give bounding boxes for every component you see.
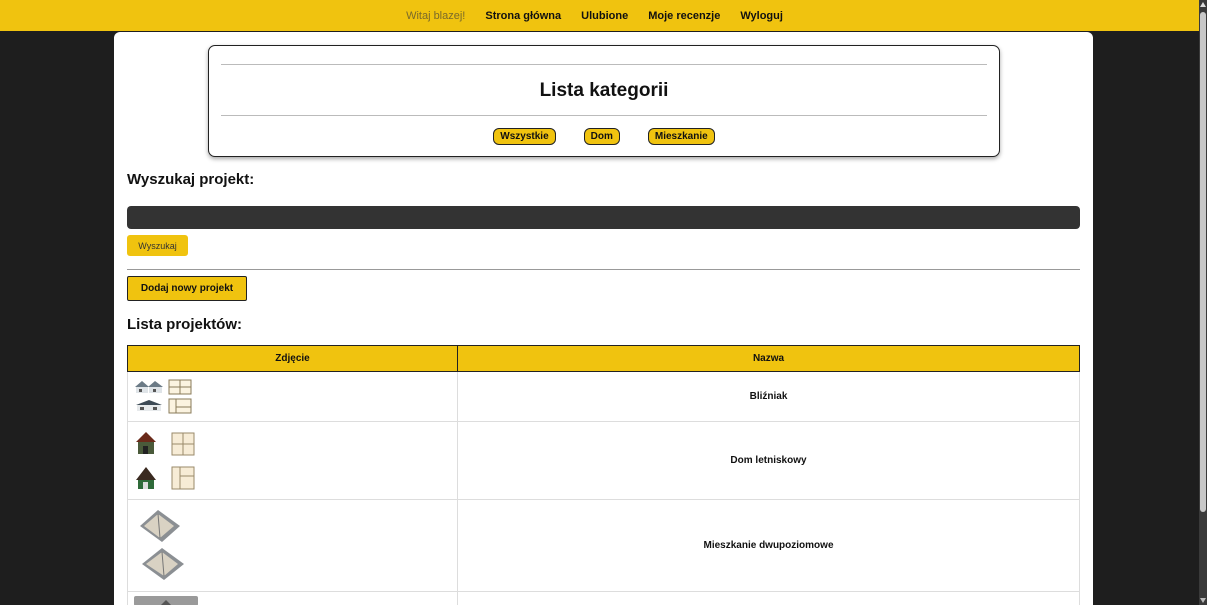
- category-button-all[interactable]: Wszystkie: [493, 128, 556, 145]
- floor-plan-icon: [171, 432, 195, 455]
- project-image-cell[interactable]: [127, 499, 458, 592]
- search-button[interactable]: Wyszukaj: [127, 235, 188, 256]
- project-name-cell[interactable]: Bliźniak: [457, 371, 1080, 422]
- house-plan-thumbnail[interactable]: [134, 379, 451, 414]
- table-row[interactable]: Mieszkanie dwupoziomowe: [127, 499, 1080, 592]
- project-image-cell[interactable]: [127, 591, 458, 605]
- nav-link-my-reviews[interactable]: Moje recenzje: [648, 10, 720, 22]
- project-name-cell[interactable]: Mieszkanie dwupoziomowe: [457, 499, 1080, 592]
- floor-plan-icon: [168, 379, 192, 395]
- nav-link-favorites[interactable]: Ulubione: [581, 10, 628, 22]
- project-list-heading: Lista projektów:: [127, 316, 243, 333]
- project-name-cell[interactable]: [457, 591, 1080, 605]
- table-row[interactable]: Bliźniak: [127, 371, 1080, 422]
- divider: [221, 115, 987, 116]
- floor-plan-icon: [168, 398, 192, 414]
- project-name-cell[interactable]: Dom letniskowy: [457, 421, 1080, 500]
- add-project-button[interactable]: Dodaj nowy projekt: [127, 276, 247, 301]
- nav-link-home[interactable]: Strona główna: [485, 10, 561, 22]
- project-table: Zdjęcie Nazwa Bliźniak Dom letniskowy Mi…: [127, 345, 1080, 605]
- cottage-elevation-icon: [136, 466, 156, 489]
- page-scrollbar[interactable]: [1199, 0, 1207, 605]
- table-header-row: Zdjęcie Nazwa: [127, 345, 1080, 372]
- category-list-box: Lista kategorii Wszystkie Dom Mieszkanie: [208, 45, 1000, 157]
- main-panel: Lista kategorii Wszystkie Dom Mieszkanie…: [114, 32, 1093, 605]
- category-button-house[interactable]: Dom: [583, 128, 620, 145]
- greeting-text: Witaj blazej!: [406, 9, 466, 22]
- search-input[interactable]: [127, 206, 1080, 229]
- project-image-cell[interactable]: [127, 421, 458, 500]
- category-buttons: Wszystkie Dom Mieszkanie: [209, 128, 999, 145]
- plan-thumbnail[interactable]: [134, 596, 198, 605]
- house-elevation-icon: [136, 400, 162, 411]
- cottage-elevation-icon: [136, 431, 156, 454]
- scroll-down-icon[interactable]: [1200, 598, 1206, 603]
- column-header-image: Zdjęcie: [127, 345, 458, 372]
- table-row[interactable]: Dom letniskowy: [127, 421, 1080, 500]
- cottage-plan-thumbnail[interactable]: [134, 430, 451, 492]
- nav-link-logout[interactable]: Wyloguj: [740, 10, 783, 22]
- table-row[interactable]: [127, 591, 1080, 605]
- scrollbar-thumb[interactable]: [1200, 12, 1206, 512]
- scroll-up-icon[interactable]: [1200, 2, 1206, 7]
- top-nav-bar: Witaj blazej! Strona główna Ulubione Moj…: [0, 0, 1199, 31]
- category-button-apartment[interactable]: Mieszkanie: [647, 128, 715, 145]
- category-list-title: Lista kategorii: [539, 80, 669, 101]
- house-elevation-icon: [135, 381, 163, 393]
- search-heading: Wyszukaj projekt:: [127, 171, 255, 188]
- column-header-name: Nazwa: [457, 345, 1080, 372]
- divider: [221, 64, 987, 65]
- floor-plan-icon: [171, 466, 195, 489]
- project-image-cell[interactable]: [127, 371, 458, 422]
- apartment-3d-thumbnail[interactable]: [134, 506, 190, 586]
- divider: [127, 269, 1080, 270]
